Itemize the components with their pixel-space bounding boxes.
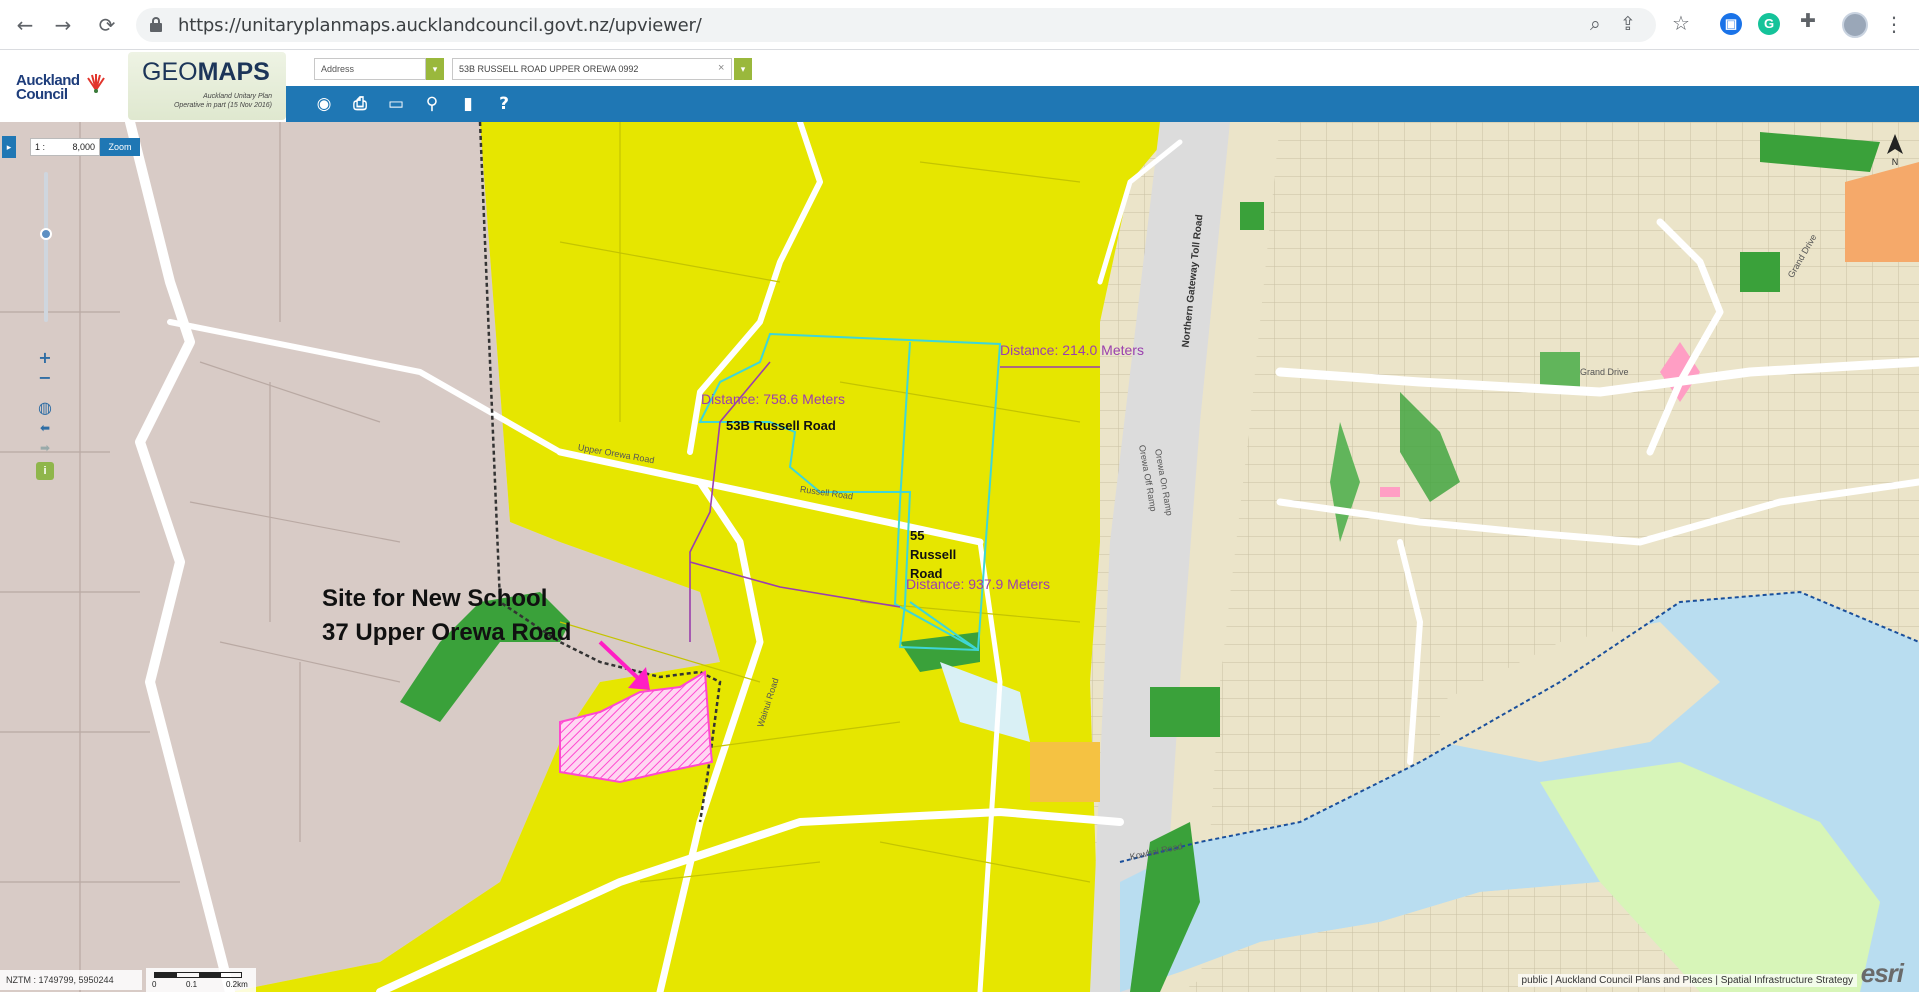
coordinate-readout: NZTM : 1749799, 5950244 (0, 970, 142, 990)
search-type-dropdown-icon[interactable]: ▾ (426, 58, 444, 80)
scale-value[interactable]: 8,000 (72, 142, 95, 152)
view-eye-icon[interactable]: ◉ (312, 92, 336, 116)
address-search-input[interactable]: 53B RUSSELL ROAD UPPER OREWA 0992 (452, 58, 732, 80)
measure-ruler-icon[interactable]: ▭ (384, 92, 408, 116)
geomaps-wordmark: GEOMAPS (142, 58, 270, 86)
measure-label-758: Distance: 758.6 Meters (701, 391, 845, 407)
prev-extent-icon[interactable]: ⬅ (36, 420, 54, 436)
school-site-annotation: Site for New School 37 Upper Orewa Road (322, 582, 571, 650)
annotation-line2: 37 Upper Orewa Road (322, 619, 572, 646)
esri-logo: esri (1860, 958, 1904, 988)
zoom-icon[interactable]: ⌕ (1590, 13, 1601, 35)
auckland-council-logo[interactable]: Auckland Council (0, 50, 128, 122)
scale-bar: 0 0.1 0.2km (146, 968, 256, 992)
lock-icon[interactable] (150, 17, 162, 33)
locate-pin-icon[interactable]: ⚲ (420, 92, 444, 116)
side-panel-toggle[interactable]: ▸ (2, 136, 16, 158)
address-bar[interactable]: https://unitaryplanmaps.aucklandcouncil.… (136, 8, 1656, 42)
scale-tick: 0.1 (186, 980, 198, 989)
back-button[interactable]: ← (12, 12, 38, 38)
reload-button[interactable]: ⟳ (94, 12, 120, 38)
scale-tick: 0 (152, 980, 157, 989)
road-label: Russell Road (799, 484, 854, 502)
map-attribution: public | Auckland Council Plans and Plac… (1517, 974, 1857, 987)
property-label-53b: 53B Russell Road (726, 418, 836, 433)
zoom-out-icon[interactable]: − (36, 370, 54, 386)
scale-input[interactable]: 1 : 8,000 (30, 138, 100, 156)
url-text[interactable]: https://unitaryplanmaps.aucklandcouncil.… (178, 15, 702, 36)
grammarly-icon[interactable]: G (1758, 13, 1780, 35)
app-header: Auckland Council GEOMAPS Auckland Unitar… (0, 50, 1919, 122)
zoom-button[interactable]: Zoom (100, 138, 140, 156)
star-icon[interactable]: ☆ (1672, 11, 1690, 35)
road-label: Upper Orewa Road (577, 442, 656, 466)
globe-icon[interactable]: ◍ (36, 400, 54, 416)
road-label: Northern Gateway Toll Road (1180, 213, 1206, 349)
search-type-select[interactable]: Address (314, 58, 426, 80)
map-canvas[interactable]: Distance: 214.0 Meters Distance: 758.6 M… (0, 122, 1919, 992)
share-icon[interactable]: ⇪ (1620, 13, 1636, 35)
road-label: Wainui Road (755, 676, 781, 729)
road-label: Grand Drive (1785, 232, 1819, 280)
geomaps-logo[interactable]: GEOMAPS Auckland Unitary Plan Operative … (128, 52, 286, 120)
map-toolbar: ◉ ⎙ ▭ ⚲ ▮ ? (286, 86, 1919, 122)
pohutukawa-flower-icon (87, 74, 105, 93)
measure-label-214: Distance: 214.0 Meters (1000, 342, 1144, 358)
svg-text:N: N (1892, 157, 1899, 167)
zoom-slider[interactable] (44, 172, 48, 322)
road-label: Grand Drive (1580, 367, 1629, 377)
help-icon[interactable]: ? (492, 92, 516, 116)
zoom-slider-handle[interactable] (40, 228, 52, 240)
geomaps-subtitle: Auckland Unitary Plan Operative in part … (173, 93, 272, 109)
road-label: Kowhai Road (1128, 840, 1184, 862)
extension-blue-icon[interactable]: ▣ (1720, 13, 1742, 35)
info-icon[interactable]: i (36, 462, 54, 480)
property-label-55: 55 Russell Road (910, 528, 957, 581)
browser-menu-icon[interactable]: ⋮ (1884, 12, 1904, 36)
bookmark-icon[interactable]: ▮ (456, 92, 480, 116)
scale-tick: 0.2km (226, 980, 248, 989)
next-extent-icon[interactable]: ➡ (36, 440, 54, 456)
council-logo-text: Auckland Council (16, 72, 80, 103)
profile-avatar[interactable] (1842, 12, 1868, 38)
browser-toolbar: ← → ⟳ https://unitaryplanmaps.aucklandco… (0, 0, 1919, 50)
map-labels: Distance: 214.0 Meters Distance: 758.6 M… (0, 122, 1919, 992)
clear-search-icon[interactable]: × (718, 62, 724, 74)
scale-prefix: 1 : (35, 142, 46, 152)
forward-button[interactable]: → (50, 12, 76, 38)
annotation-line1: Site for New School (322, 585, 548, 612)
north-arrow-icon: N (1887, 134, 1903, 167)
address-dropdown-icon[interactable]: ▾ (734, 58, 752, 80)
zoom-in-icon[interactable]: + (36, 350, 54, 366)
puzzle-icon[interactable]: ✚ (1800, 10, 1816, 32)
print-icon[interactable]: ⎙ (348, 92, 372, 116)
